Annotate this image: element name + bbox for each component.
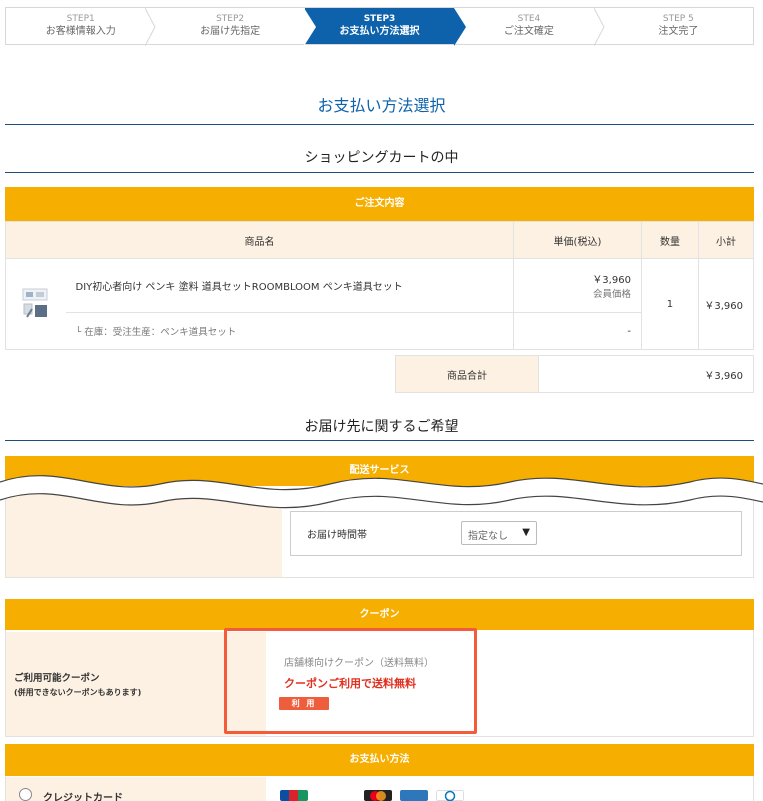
quantity: 1 <box>640 258 699 350</box>
step-5: STEP 5 注文完了 <box>604 8 753 44</box>
credit-card-radio[interactable] <box>19 788 32 801</box>
delivery-title: お届け先に関するご希望 <box>304 419 459 435</box>
chevron-down-icon: ▼ <box>522 527 530 538</box>
page-cut-wave <box>0 475 763 509</box>
highlight-frame <box>224 628 477 734</box>
coupon-sub-label: (併用できないクーポンもあります) <box>14 688 142 697</box>
order-total: 商品合計 ￥3,960 <box>395 355 754 393</box>
step-4: STE4 ご注文確定 <box>454 8 605 46</box>
col-qty: 数量 <box>640 221 699 259</box>
step-5-number: STEP 5 <box>662 14 694 24</box>
jcb-card-icon <box>280 790 308 801</box>
step-3-number: STEP3 <box>363 14 396 24</box>
table-row: └ 在庫：受注生産：ペンキ道具セット - <box>6 312 754 350</box>
table-row: DIY初心者向け ペンキ 塗料 道具セットROOMBLOOM ペンキ道具セット … <box>5 258 755 350</box>
delivery-time-value: 指定なし <box>468 531 508 542</box>
step-3-active: STEP3 お支払い方法選択 <box>303 8 467 46</box>
mastercard-icon <box>364 790 392 801</box>
step-4-label: ご注文確定 <box>503 26 554 37</box>
col-unit-price: 単価(税込) <box>512 221 642 259</box>
step-1-label: お客様情報入力 <box>45 26 116 37</box>
line-subtotal: ￥3,960 <box>697 258 755 350</box>
order-table: 商品名 単価(税込) 数量 小計 DIY初心者向け ペンキ 塗料 道具セットRO… <box>5 221 755 350</box>
diners-card-icon <box>436 790 464 801</box>
step-2: STEP2 お届け先指定 <box>155 8 304 44</box>
col-subtotal: 小計 <box>697 221 755 259</box>
cart-title: ショッピングカートの中 <box>304 150 459 166</box>
product-thumbnail[interactable] <box>21 287 51 321</box>
col-product: 商品名 <box>5 221 514 259</box>
unit-price: ￥3,960 <box>592 275 631 286</box>
delivery-divider <box>5 440 754 441</box>
cart-divider <box>5 172 754 173</box>
step-2-number: STEP2 <box>216 14 245 24</box>
credit-card-label[interactable]: クレジットカード <box>43 789 123 801</box>
title-divider <box>5 124 754 125</box>
total-label: 商品合計 <box>396 356 539 392</box>
step-5-label: 注文完了 <box>658 26 699 37</box>
step-1-number: STEP1 <box>66 14 95 24</box>
delivery-time-select[interactable]: 指定なし ▼ <box>461 521 537 545</box>
product-name[interactable]: DIY初心者向け ペンキ 塗料 道具セットROOMBLOOM ペンキ道具セット <box>76 282 403 293</box>
step-chevron-icon <box>593 8 605 46</box>
total-value: ￥3,960 <box>704 370 743 382</box>
stock-price: - <box>512 312 642 350</box>
step-active-notch-icon <box>303 8 316 46</box>
coupon-label: ご利用可能クーポン <box>14 673 100 684</box>
paint-kit-image <box>22 288 48 318</box>
step-4-number: STE4 <box>517 14 541 24</box>
step-2-label: お届け先指定 <box>200 26 261 37</box>
card-logos <box>280 790 464 801</box>
delivery-time-label: お届け時間帯 <box>307 530 367 541</box>
coupon-header: クーポン <box>5 599 754 630</box>
order-header: ご注文内容 <box>5 187 754 221</box>
payment-header: お支払い方法 <box>5 744 754 776</box>
amex-card-icon <box>400 790 428 801</box>
page-title: お支払い方法選択 <box>317 96 446 115</box>
member-price-note: 会員価格 <box>592 289 631 300</box>
step-3-label: お支払い方法選択 <box>339 26 420 37</box>
stock-info: └ 在庫：受注生産：ペンキ道具セット <box>75 327 237 338</box>
step-active-arrow-icon <box>454 8 467 46</box>
checkout-steps: STEP1 お客様情報入力 STEP2 お届け先指定 STEP3 お支払い方法選… <box>5 7 754 46</box>
step-1: STEP1 お客様情報入力 <box>6 8 156 46</box>
step-chevron-icon <box>145 8 156 46</box>
